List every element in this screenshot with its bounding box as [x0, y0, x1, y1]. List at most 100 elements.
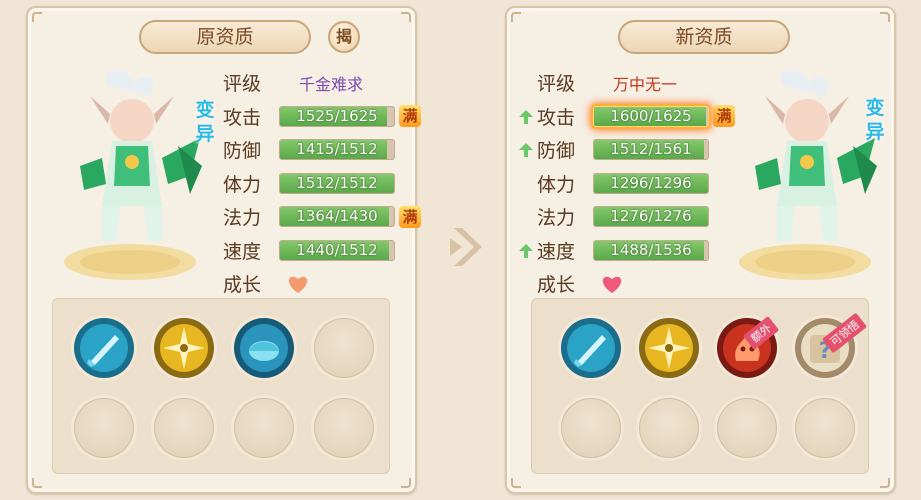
skill-slot-comprehend[interactable]: ? 可领悟 [792, 312, 867, 381]
arrow-up-icon [519, 109, 533, 124]
max-badge: 满 [713, 105, 735, 128]
skill-slot-empty[interactable] [71, 395, 137, 461]
turtle-shell-skill-icon [234, 318, 294, 378]
skill-slot-sword[interactable] [71, 315, 137, 381]
stat-label: 速度 [223, 240, 262, 263]
stats-list: 评级 万中无一 攻击 1600/1625 满 防御 1512/1561 体力 1… [519, 66, 735, 301]
stat-value: 1600/1625 [610, 106, 692, 125]
stats-list: 评级 千金难求 攻击 1525/1625 满 防御 1415/1512 体力 1… [223, 66, 421, 301]
stat-bar: 1364/1430 [279, 206, 395, 228]
skill-slot-empty[interactable] [558, 395, 624, 461]
heart-pink-icon [602, 276, 622, 293]
original-aptitude-panel: 原资质 揭 变异 评级 千金难求 攻击 1525/1625 满 防御 1415/… [26, 6, 421, 494]
skill-slot-shuriken[interactable] [151, 315, 217, 381]
stat-value: 1525/1625 [296, 106, 378, 125]
sword-skill-icon [74, 318, 134, 378]
stat-bar: 1525/1625 [279, 105, 395, 127]
skill-grid: 额外 ? 可领悟 [531, 298, 869, 474]
grade-label: 评级 [223, 73, 262, 96]
stat-bar: 1488/1536 [593, 239, 709, 261]
new-aptitude-panel: 新资质 变异 评级 万中无一 攻击 1600/1625 满 防御 1512/15… [505, 6, 896, 494]
skill-slot-sword[interactable] [558, 315, 624, 381]
stat-label: 攻击 [223, 106, 262, 129]
arrow-up-icon [519, 243, 533, 258]
stat-label: 防御 [223, 140, 262, 163]
corner-ornament [32, 478, 42, 488]
stat-value: 1276/1276 [610, 207, 692, 226]
stat-bar: 1276/1276 [593, 206, 709, 228]
corner-ornament [880, 12, 890, 22]
stat-label: 防御 [537, 140, 576, 163]
corner-ornament [511, 478, 521, 488]
stat-value: 1415/1512 [296, 140, 378, 159]
skill-slot-empty[interactable] [636, 395, 702, 461]
stat-bar: 1415/1512 [279, 139, 395, 161]
stat-row-speed: 速度 1440/1512 [223, 234, 421, 268]
skill-grid [52, 298, 390, 474]
stat-row-stamina: 体力 1512/1512 [223, 167, 421, 201]
grade-value: 千金难求 [299, 74, 364, 94]
grade-row: 评级 千金难求 [223, 66, 421, 100]
stat-value: 1488/1536 [610, 240, 692, 259]
mutation-label: 变异 [865, 97, 885, 143]
stat-row-attack: 攻击 1600/1625 满 [519, 100, 735, 134]
transform-arrow-icon [450, 228, 482, 266]
stat-row-mana: 法力 1276/1276 [537, 200, 735, 234]
corner-ornament [511, 12, 521, 22]
corner-ornament [32, 12, 42, 22]
stat-value: 1364/1430 [296, 207, 378, 226]
pet-character-image [739, 69, 877, 280]
mutation-label: 变异 [195, 99, 215, 145]
corner-ornament [880, 478, 890, 488]
stat-label: 法力 [223, 207, 262, 230]
stat-label: 体力 [537, 173, 576, 196]
stat-value: 1440/1512 [296, 240, 378, 259]
shuriken-skill-icon [639, 318, 699, 378]
corner-ornament [401, 478, 411, 488]
skill-slot-empty[interactable] [151, 395, 217, 461]
heart-orange-icon [288, 276, 308, 293]
stat-value: 1512/1561 [610, 140, 692, 159]
stat-bar: 1600/1625 [593, 105, 709, 127]
stat-bar: 1512/1512 [279, 172, 395, 194]
corner-ornament [401, 12, 411, 22]
panel-title: 原资质 [139, 20, 311, 54]
grade-label: 评级 [537, 73, 576, 96]
skill-slot-fire-spirit[interactable]: 额外 [714, 315, 780, 381]
grade-row: 评级 万中无一 [537, 66, 735, 100]
stat-row-speed: 速度 1488/1536 [519, 234, 735, 268]
skill-slot-turtle-shell[interactable] [231, 315, 297, 381]
skill-slot-empty[interactable] [311, 315, 377, 381]
skill-slot-empty[interactable] [231, 395, 297, 461]
stat-row-defense: 防御 1415/1512 [223, 133, 421, 167]
max-badge: 满 [399, 205, 421, 228]
stat-row-attack: 攻击 1525/1625 满 [223, 100, 421, 134]
sword-skill-icon [561, 318, 621, 378]
stat-bar: 1296/1296 [593, 172, 709, 194]
skill-slot-shuriken[interactable] [636, 315, 702, 381]
pet-character-image [64, 69, 202, 280]
stat-value: 1296/1296 [610, 173, 692, 192]
grade-value: 万中无一 [613, 74, 678, 94]
stat-row-stamina: 体力 1296/1296 [537, 167, 735, 201]
stat-label: 速度 [537, 240, 576, 263]
stat-value: 1512/1512 [296, 173, 378, 192]
growth-row: 成长 [223, 267, 421, 301]
growth-row: 成长 [537, 267, 735, 301]
stat-bar: 1440/1512 [279, 239, 395, 261]
stat-label: 法力 [537, 207, 576, 230]
max-badge: 满 [399, 105, 421, 128]
growth-label: 成长 [537, 274, 576, 297]
arrow-up-icon [519, 143, 533, 157]
stat-row-mana: 法力 1364/1430 满 [223, 200, 421, 234]
stat-label: 体力 [223, 173, 262, 196]
skill-slot-empty[interactable] [311, 395, 377, 461]
stat-row-defense: 防御 1512/1561 [519, 133, 735, 167]
stat-bar: 1512/1561 [593, 139, 709, 161]
panel-title: 新资质 [618, 20, 790, 54]
reveal-button[interactable]: 揭 [328, 21, 360, 53]
shuriken-skill-icon [154, 318, 214, 378]
skill-slot-empty[interactable] [714, 395, 780, 461]
skill-slot-empty[interactable] [792, 395, 858, 461]
stat-label: 攻击 [537, 106, 576, 129]
